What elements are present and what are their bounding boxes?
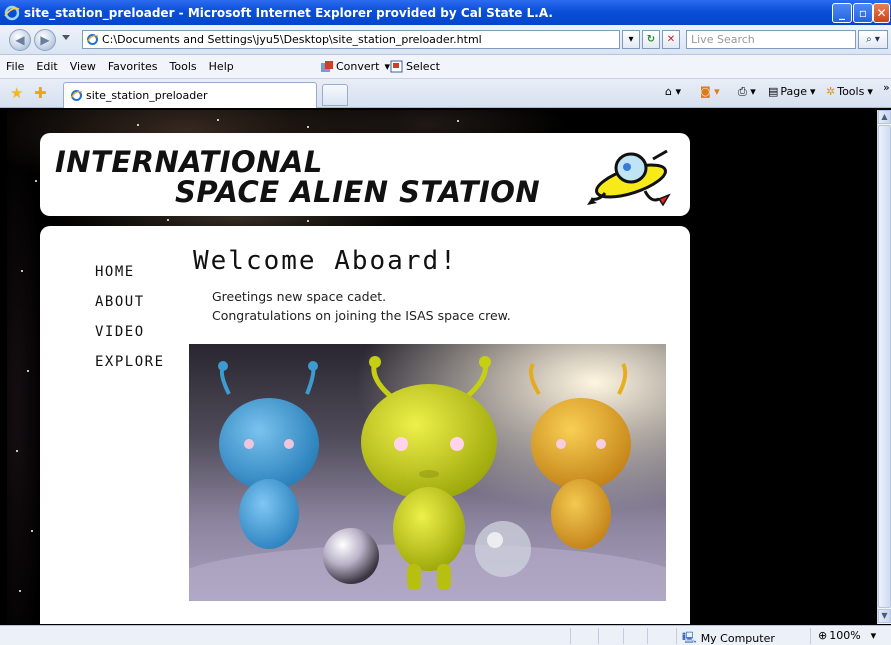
star-dot [217,119,219,121]
header-title-line1: INTERNATIONAL [55,145,323,179]
refresh-button[interactable]: ↻ [642,30,660,49]
welcome-heading: Welcome Aboard! [193,246,458,276]
zoom-control[interactable]: ⊕ 100% ▾ [818,629,876,642]
zone-label: My Computer [700,632,775,645]
status-divider [623,628,624,644]
site-header: INTERNATIONAL SPACE ALIEN STATION [40,133,690,216]
star-dot [31,530,33,532]
menu-view[interactable]: View [64,60,102,73]
add-favorites-icon[interactable]: ✚ [34,84,47,102]
scroll-up-arrow-icon[interactable]: ▲ [878,110,891,124]
status-divider [810,628,811,644]
star-dot [21,270,23,272]
main-content-panel: HOME ABOUT VIDEO EXPLORE Welcome Aboard!… [40,226,690,624]
print-icon[interactable]: ⎙ ▾ [738,85,756,99]
nav-explore[interactable]: EXPLORE [95,354,165,384]
star-dot [307,126,309,128]
status-divider [598,628,599,644]
star-dot [19,590,21,592]
stop-button[interactable]: ✕ [662,30,680,49]
minimize-button[interactable]: _ [832,3,852,23]
favorites-star-icon[interactable]: ★ [10,84,23,102]
home-icon[interactable]: ⌂ ▾ [665,85,681,98]
star-dot [137,124,139,126]
header-title-line2: SPACE ALIEN STATION [175,175,541,209]
scroll-down-arrow-icon[interactable]: ▼ [878,609,891,623]
feeds-icon[interactable]: ◙ ▾ [700,85,720,98]
convert-label: Convert [336,60,380,73]
pdf-convert-icon [321,60,333,72]
nav-home[interactable]: HOME [95,264,165,294]
history-dropdown-icon[interactable] [62,35,70,40]
ufo-alien-logo [587,149,671,207]
ie-page-icon [86,34,99,45]
tools-menu-label: Tools [837,85,865,98]
select-icon [390,60,403,72]
aliens-hero-image [189,344,666,601]
ie-logo-icon [4,5,20,20]
menu-favorites[interactable]: Favorites [102,60,164,73]
select-label: Select [406,60,440,73]
menu-edit[interactable]: Edit [30,60,63,73]
scroll-thumb[interactable] [878,125,891,608]
back-button[interactable]: ◀ [9,29,31,51]
tools-dropdown-icon: ▾ [867,85,873,98]
title-bar: site_station_preloader - Microsoft Inter… [0,0,891,25]
security-zone: 🖳 My Computer [682,629,775,645]
zoom-dropdown-icon: ▾ [870,629,877,642]
maximize-button[interactable]: ▫ [853,3,873,23]
close-button[interactable]: ✕ [873,3,890,23]
page-dropdown-icon: ▾ [810,85,816,98]
tools-menu[interactable]: ✲ Tools ▾ [826,85,873,98]
status-divider [647,628,648,644]
address-toolbar: ◀ ▶ C:\Documents and Settings\jyu5\Deskt… [0,25,891,55]
vertical-scrollbar[interactable]: ▲ ▼ [877,110,891,624]
greeting-line-2: Congratulations on joining the ISAS spac… [212,308,511,323]
greeting-line-1: Greetings new space cadet. [212,289,387,304]
tab-active[interactable]: site_station_preloader [63,82,317,108]
search-button[interactable]: ⌕ ▾ [858,30,888,49]
address-url: C:\Documents and Settings\jyu5\Desktop\s… [102,33,482,46]
select-button[interactable]: Select [390,60,440,74]
zoom-icon: ⊕ [818,629,828,642]
page-menu[interactable]: ▤ Page ▾ [768,85,816,98]
convert-button[interactable]: Convert ▾ [320,60,390,74]
menu-tools[interactable]: Tools [164,60,203,73]
status-bar: 🖳 My Computer ⊕ 100% ▾ [0,625,891,645]
nav-video[interactable]: VIDEO [95,324,165,354]
page-icon: ▤ [768,85,779,98]
star-dot [27,370,29,372]
star-dot [35,180,37,182]
greeting-text: Greetings new space cadet. Congratulatio… [212,287,511,325]
address-dropdown-button[interactable]: ▾ [622,30,640,49]
forward-button[interactable]: ▶ [34,29,56,51]
status-divider [570,628,571,644]
chrome-ball [323,528,379,584]
window-title: site_station_preloader - Microsoft Inter… [24,5,553,20]
star-dot [16,450,18,452]
address-field[interactable]: C:\Documents and Settings\jyu5\Desktop\s… [82,30,620,49]
ie-page-icon [70,90,83,101]
gear-icon: ✲ [826,85,836,98]
site-nav: HOME ABOUT VIDEO EXPLORE [95,264,165,384]
status-divider [676,628,677,644]
zoom-level: 100% [829,629,861,642]
glass-ball [475,521,531,577]
new-tab-button[interactable] [322,84,348,106]
star-dot [307,220,309,222]
menu-file[interactable]: File [0,60,30,73]
nav-about[interactable]: ABOUT [95,294,165,324]
search-input[interactable]: Live Search [686,30,856,49]
menu-help[interactable]: Help [203,60,240,73]
computer-icon: 🖳 [682,631,697,644]
page-viewport: INTERNATIONAL SPACE ALIEN STATION HOME A… [7,110,877,624]
more-commands-chevron-icon[interactable]: » [883,81,890,94]
page-menu-label: Page [780,85,808,98]
star-dot [457,120,459,122]
tabs-bar: ★ ✚ site_station_preloader ⌂ ▾ ◙ ▾ ⎙ ▾ ▤… [0,79,891,108]
tab-label: site_station_preloader [86,89,208,102]
menu-bar: File Edit View Favorites Tools Help Conv… [0,55,891,79]
star-dot [167,219,169,221]
